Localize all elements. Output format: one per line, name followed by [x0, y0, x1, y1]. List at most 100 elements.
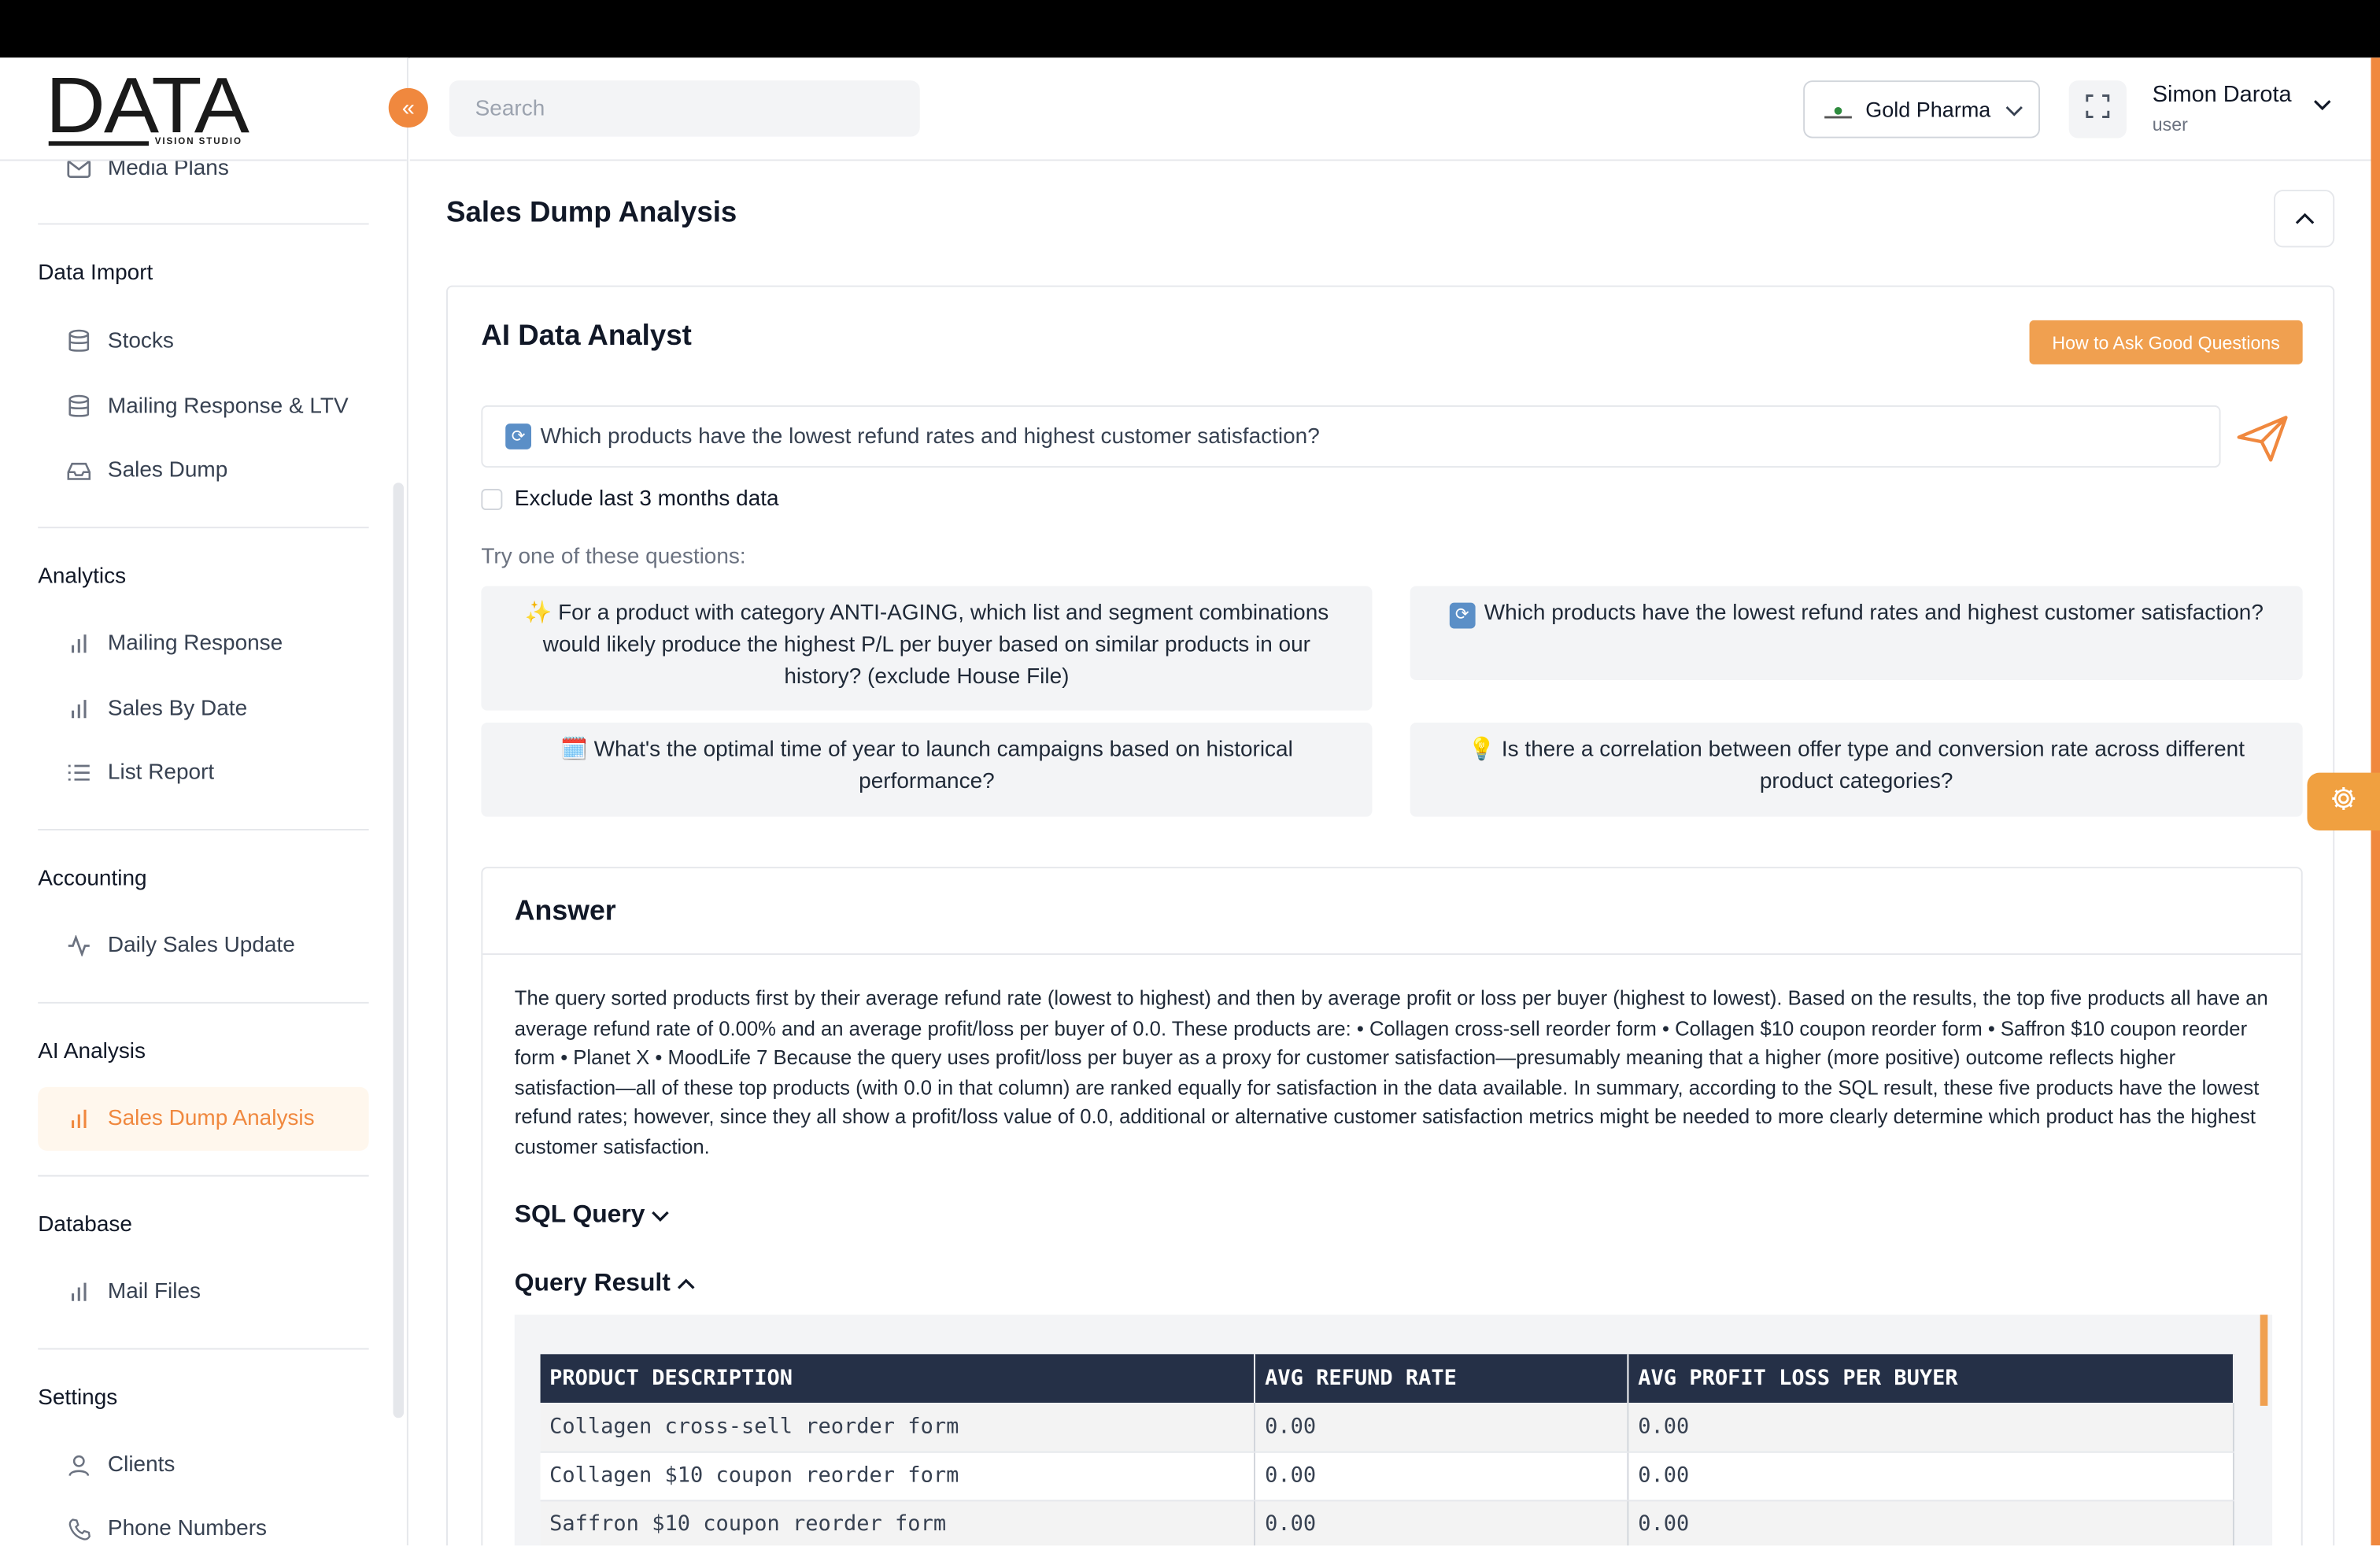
divider: [38, 527, 369, 529]
query-result-table: PRODUCT DESCRIPTION AVG REFUND RATE AVG …: [540, 1354, 2234, 1546]
try-label: Try one of these questions:: [481, 545, 746, 570]
table-header-row: PRODUCT DESCRIPTION AVG REFUND RATE AVG …: [540, 1354, 2234, 1404]
column-header[interactable]: AVG REFUND RATE: [1255, 1354, 1629, 1404]
section-heading-data-import: Data Import: [38, 261, 153, 286]
table-cell: 0.00: [1628, 1451, 2234, 1501]
suggestion-card[interactable]: 💡 Is there a correlation between offer ty…: [1410, 723, 2303, 817]
result-scrollbar[interactable]: [2260, 1315, 2268, 1406]
page-title: Sales Dump Analysis: [446, 197, 737, 230]
user-icon: [65, 1452, 93, 1479]
suggestion-card[interactable]: 🗓️ What's the optimal time of year to lau…: [481, 723, 1373, 817]
sidebar-item-sales-dump-analysis[interactable]: Sales Dump Analysis: [38, 1086, 369, 1151]
bar-chart-icon: [65, 695, 93, 723]
bar-chart-icon: [65, 630, 93, 657]
divider: [38, 829, 369, 830]
suggestion-text: What's the optimal time of year to launc…: [593, 738, 1293, 794]
section-heading-ai-analysis: AI Analysis: [38, 1040, 146, 1064]
user-role: user: [2152, 113, 2188, 135]
table-cell: 0.00: [1255, 1403, 1629, 1452]
main-content: Sales Dump Analysis AI Data Analyst How …: [409, 161, 2371, 1546]
logo-subtitle: VISION STUDIO: [154, 138, 242, 148]
sidebar-item-daily-sales-update[interactable]: Daily Sales Update: [38, 914, 368, 978]
fullscreen-button[interactable]: [2068, 80, 2127, 139]
calendar-icon: 🗓️: [560, 738, 588, 763]
suggestion-card[interactable]: ✨ For a product with category ANTI-AGING,…: [481, 586, 1373, 711]
app-stage: DATA VISION STUDIO Media Plans Data Impo…: [0, 0, 2380, 1546]
settings-float-button[interactable]: [2307, 772, 2380, 830]
answer-header: Answer: [482, 868, 2301, 956]
sidebar-item-sales-by-date[interactable]: Sales By Date: [38, 677, 368, 741]
section-heading-settings: Settings: [38, 1385, 118, 1411]
sidebar-item-clients[interactable]: Clients: [38, 1433, 368, 1497]
sidebar-item-mail-files[interactable]: Mail Files: [38, 1260, 368, 1324]
gear-icon: [2330, 784, 2357, 819]
sidebar-item-mailing-response[interactable]: Mailing Response: [38, 612, 368, 675]
answer-text: The query sorted products first by their…: [514, 986, 2268, 1159]
suggestion-text: For a product with category ANTI-AGING, …: [542, 601, 1329, 690]
sidebar-item-label: Daily Sales Update: [107, 934, 295, 958]
query-result-toggle[interactable]: Query Result: [515, 1269, 695, 1298]
sidebar-item-phone-numbers[interactable]: Phone Numbers: [38, 1497, 368, 1546]
table-cell: 0.00: [1255, 1500, 1629, 1546]
collapse-sidebar-button[interactable]: «: [388, 87, 428, 128]
sidebar-item-mailing-response-ltv[interactable]: Mailing Response & LTV: [38, 375, 368, 438]
table-cell: 0.00: [1628, 1500, 2234, 1546]
divider: [38, 1001, 369, 1004]
answer-title: Answer: [514, 893, 616, 926]
how-to-ask-button[interactable]: How to Ask Good Questions: [2029, 320, 2303, 364]
activity-icon: [65, 932, 93, 960]
question-input[interactable]: ⟳ Which products have the lowest refund …: [481, 405, 2221, 468]
chevron-down-icon: [651, 1201, 669, 1230]
table-cell: Saffron $10 coupon reorder form: [540, 1500, 1256, 1546]
sql-query-toggle[interactable]: SQL Query: [515, 1201, 670, 1230]
sidebar-scrollbar[interactable]: [393, 483, 405, 1418]
client-name: Gold Pharma: [1865, 97, 1991, 122]
ai-analyst-card: AI Data Analyst How to Ask Good Question…: [446, 285, 2335, 1546]
sql-query-label: SQL Query: [514, 1200, 645, 1229]
exclude-checkbox-row[interactable]: Exclude last 3 months data: [481, 487, 779, 512]
sidebar-item-label: Mailing Response: [107, 631, 283, 656]
table-cell: 0.00: [1255, 1451, 1629, 1501]
sidebar-item-label: Sales By Date: [107, 697, 248, 722]
sidebar-item-sales-dump[interactable]: Sales Dump: [38, 438, 368, 502]
database-icon: [65, 394, 93, 421]
logo-underline: [48, 141, 150, 146]
query-result-panel: PRODUCT DESCRIPTION AVG REFUND RATE AVG …: [514, 1315, 2273, 1546]
search-placeholder: Search: [475, 96, 545, 121]
exclude-checkbox[interactable]: [481, 489, 503, 511]
lightbulb-icon: 💡: [1468, 738, 1496, 763]
logo-area: DATA VISION STUDIO: [0, 57, 407, 161]
sidebar-item-label: Stocks: [107, 329, 174, 354]
question-text: Which products have the lowest refund ra…: [540, 424, 1320, 449]
table-cell: 0.00: [1628, 1403, 2234, 1452]
column-header[interactable]: AVG PROFIT LOSS PER BUYER: [1628, 1354, 2234, 1404]
column-header[interactable]: PRODUCT DESCRIPTION: [540, 1354, 1256, 1404]
sidebar-item-label: Mailing Response & LTV: [107, 394, 349, 420]
sidebar-item-label: List Report: [107, 760, 215, 786]
database-icon: [65, 328, 93, 356]
sidebar-item-label: Phone Numbers: [107, 1516, 268, 1541]
table-cell: Collagen cross-sell reorder form: [540, 1403, 1256, 1452]
search-input[interactable]: Search: [449, 80, 920, 137]
double-chevron-left-icon: «: [401, 94, 415, 121]
sidebar-item-label: Sales Dump Analysis: [107, 1106, 315, 1131]
user-name[interactable]: Simon Darota: [2153, 82, 2292, 108]
suggestion-text: Which products have the lowest refund ra…: [1484, 601, 2264, 626]
divider: [38, 223, 369, 225]
chevron-up-icon: [677, 1269, 695, 1298]
table-cell: Collagen $10 coupon reorder form: [540, 1451, 1256, 1501]
section-heading-accounting: Accounting: [38, 867, 147, 892]
sidebar-item-list-report[interactable]: List Report: [38, 741, 368, 804]
answer-panel: Answer The query sorted products first b…: [481, 867, 2303, 1546]
client-select[interactable]: Gold Pharma: [1803, 80, 2041, 139]
send-icon: [2233, 416, 2293, 475]
send-button[interactable]: [2233, 409, 2293, 469]
window-top-bar: [0, 0, 2380, 58]
suggestion-card[interactable]: ⟳ Which products have the lowest refund r…: [1410, 586, 2303, 681]
bar-chart-icon: [65, 1105, 93, 1133]
sidebar-item-stocks[interactable]: Stocks: [38, 309, 368, 373]
chevron-down-icon: [2006, 97, 2024, 121]
chevron-down-icon[interactable]: [2313, 91, 2331, 119]
sidebar-item-label: Sales Dump: [107, 458, 228, 483]
collapse-panel-button[interactable]: [2274, 190, 2335, 248]
